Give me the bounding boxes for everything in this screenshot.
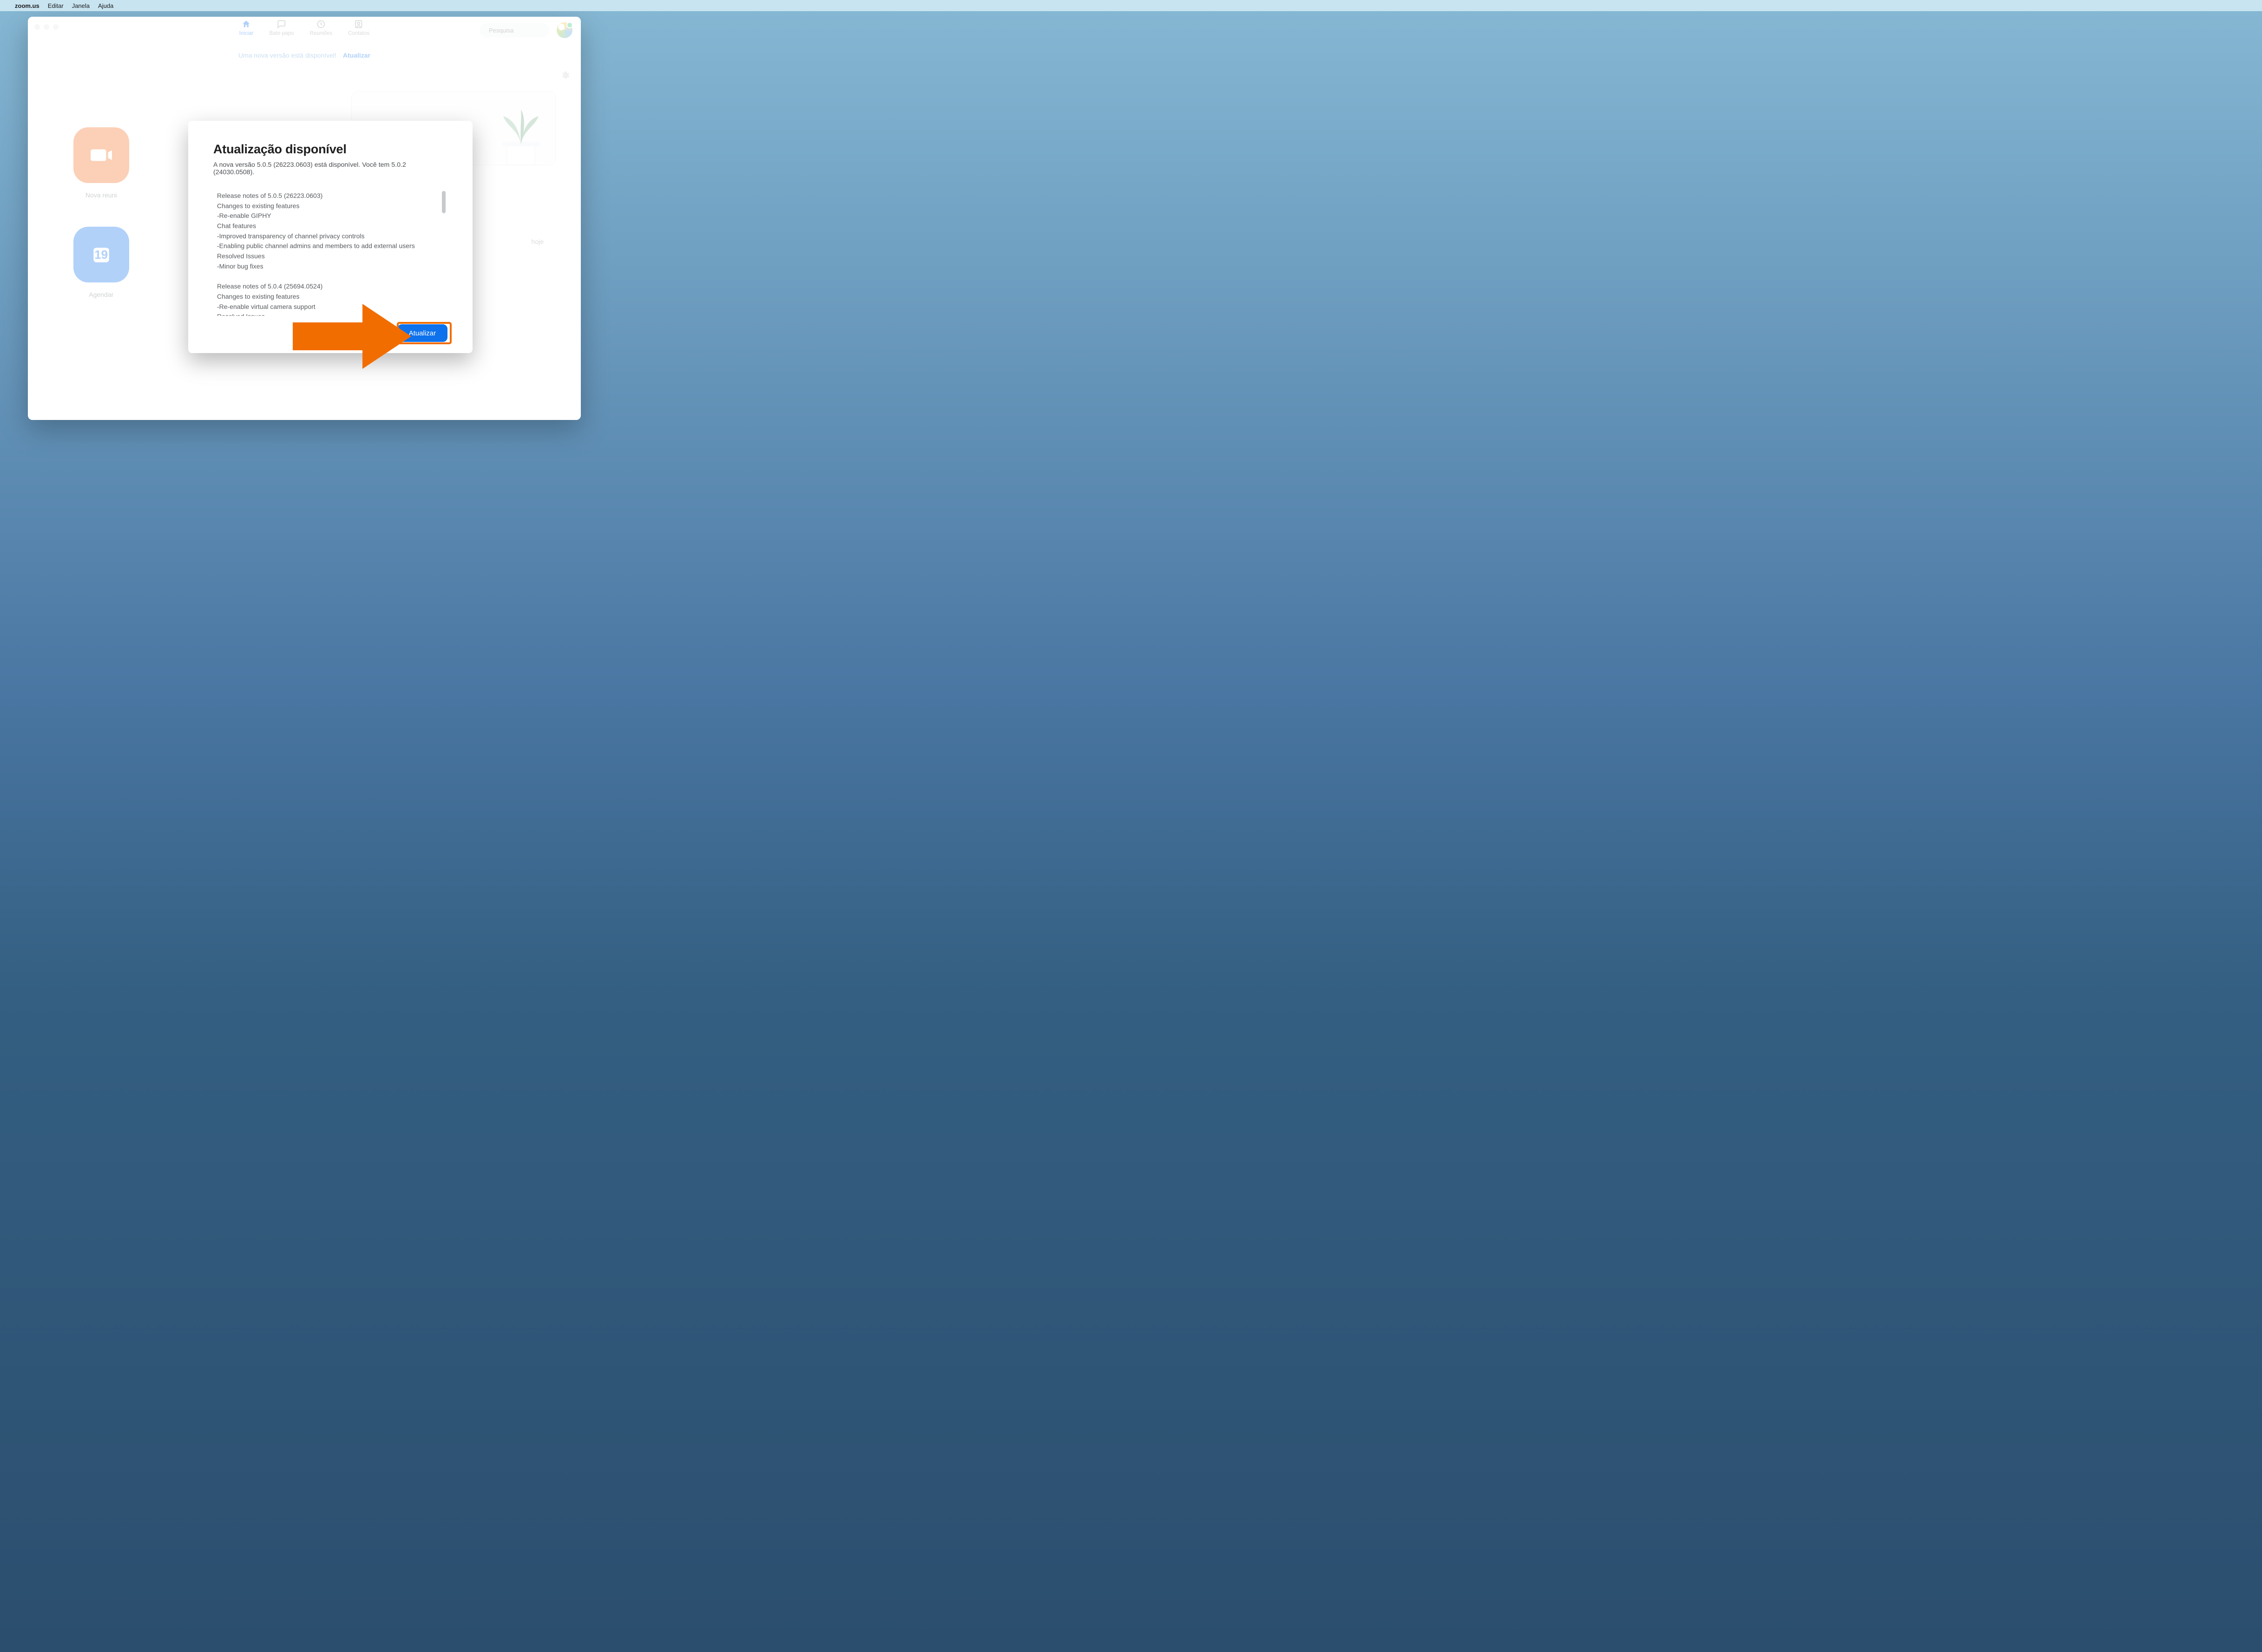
update-dialog: Atualização disponível A nova versão 5.0…	[188, 121, 473, 353]
today-label: hoje	[532, 238, 544, 245]
tab-chat[interactable]: Bate-papo	[269, 20, 294, 36]
user-avatar[interactable]	[557, 22, 572, 38]
main-tabs: Iniciar Bate-papo Reuniões Contatos	[239, 20, 369, 36]
settings-gear-icon[interactable]	[560, 71, 570, 80]
release-notes-text: Release notes of 5.0.5 (26223.0603) Chan…	[217, 191, 434, 316]
calendar-icon: 19	[73, 227, 129, 282]
tab-contacts[interactable]: Contatos	[348, 20, 369, 36]
tab-home-label: Iniciar	[239, 31, 254, 36]
dialog-button-row: Atualizar	[213, 324, 447, 342]
menubar-item-help[interactable]: Ajuda	[98, 2, 113, 9]
window-titlebar: Iniciar Bate-papo Reuniões Contatos	[28, 17, 581, 46]
tab-contacts-label: Contatos	[348, 31, 369, 36]
menubar-app-name[interactable]: zoom.us	[15, 2, 39, 9]
calendar-day-number: 19	[94, 248, 108, 262]
tile-new-meeting-label: Nova reuni	[85, 191, 117, 199]
tab-home[interactable]: Iniciar	[239, 20, 254, 36]
tile-schedule-label: Agendar	[89, 291, 113, 298]
close-icon[interactable]	[34, 24, 40, 30]
tab-chat-label: Bate-papo	[269, 31, 294, 36]
contacts-icon	[354, 20, 364, 29]
dialog-title: Atualização disponível	[213, 142, 447, 157]
window-traffic-lights[interactable]	[34, 24, 59, 30]
macos-menubar: zoom.us Editar Janela Ajuda	[0, 0, 2262, 11]
scrollbar-thumb[interactable]	[442, 191, 446, 213]
minimize-icon[interactable]	[44, 24, 49, 30]
tile-schedule[interactable]: 19 Agendar	[64, 227, 138, 306]
menubar-item-window[interactable]: Janela	[72, 2, 90, 9]
tile-new-meeting[interactable]: Nova reuni	[64, 127, 138, 206]
clock-icon	[316, 20, 326, 29]
video-icon	[73, 127, 129, 183]
tab-meetings-label: Reuniões	[310, 31, 333, 36]
update-banner: Uma nova versão está disponível! Atualiz…	[28, 46, 581, 64]
zoom-main-window: Iniciar Bate-papo Reuniões Contatos	[28, 17, 581, 420]
release-notes[interactable]: Release notes of 5.0.5 (26223.0603) Chan…	[213, 189, 447, 316]
zoom-icon[interactable]	[53, 24, 59, 30]
search-box[interactable]	[480, 23, 549, 37]
chat-icon	[276, 20, 287, 29]
plant-illustration	[493, 100, 549, 165]
update-banner-text: Uma nova versão está disponível!	[238, 52, 336, 59]
update-button[interactable]: Atualizar	[397, 324, 447, 342]
tab-meetings[interactable]: Reuniões	[310, 20, 333, 36]
menubar-item-edit[interactable]: Editar	[48, 2, 64, 9]
home-icon	[241, 20, 251, 29]
dialog-subtitle: A nova versão 5.0.5 (26223.0603) está di…	[213, 161, 447, 176]
update-banner-action[interactable]: Atualizar	[343, 52, 370, 59]
